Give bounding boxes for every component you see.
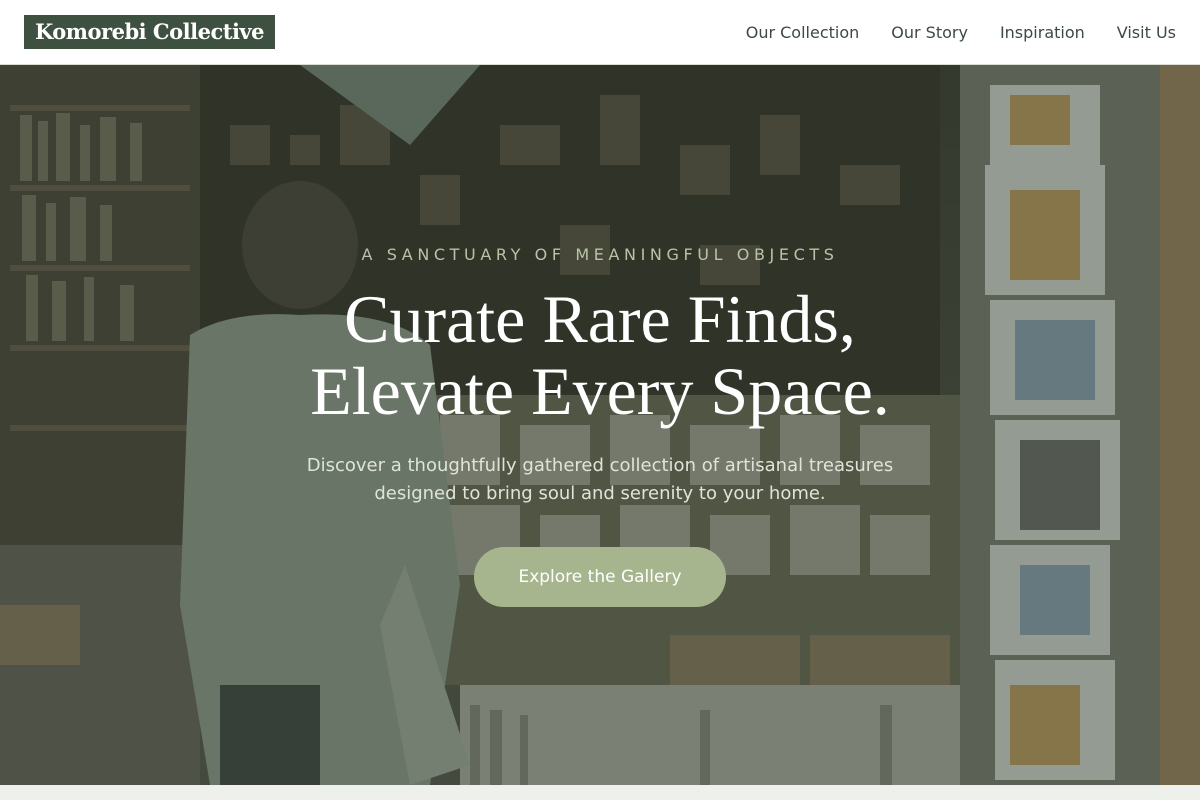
hero-headline: Curate Rare Finds, Elevate Every Space. [0,283,1200,427]
hero-section: A SANCTUARY OF MEANINGFUL OBJECTS Curate… [0,65,1200,785]
explore-gallery-button[interactable]: Explore the Gallery [474,547,726,607]
hero-subtitle-line-2: designed to bring soul and serenity to y… [374,483,826,504]
top-navigation: Komorebi Collective Our Collection Our S… [0,0,1200,65]
hero-subtitle-line-1: Discover a thoughtfully gathered collect… [306,455,894,476]
nav-link-visit-us[interactable]: Visit Us [1117,23,1176,42]
hero-content: A SANCTUARY OF MEANINGFUL OBJECTS Curate… [0,65,1200,785]
nav-link-inspiration[interactable]: Inspiration [1000,23,1085,42]
hero-kicker: A SANCTUARY OF MEANINGFUL OBJECTS [361,245,839,264]
hero-headline-line-1: Curate Rare Finds, [344,281,856,357]
nav-link-our-story[interactable]: Our Story [891,23,968,42]
nav-links: Our Collection Our Story Inspiration Vis… [714,23,1176,42]
hero-headline-line-2: Elevate Every Space. [310,353,890,429]
brand-logo[interactable]: Komorebi Collective [24,15,275,49]
hero-subtitle: Discover a thoughtfully gathered collect… [250,452,950,508]
next-section-edge [0,785,1200,800]
nav-link-our-collection[interactable]: Our Collection [746,23,860,42]
